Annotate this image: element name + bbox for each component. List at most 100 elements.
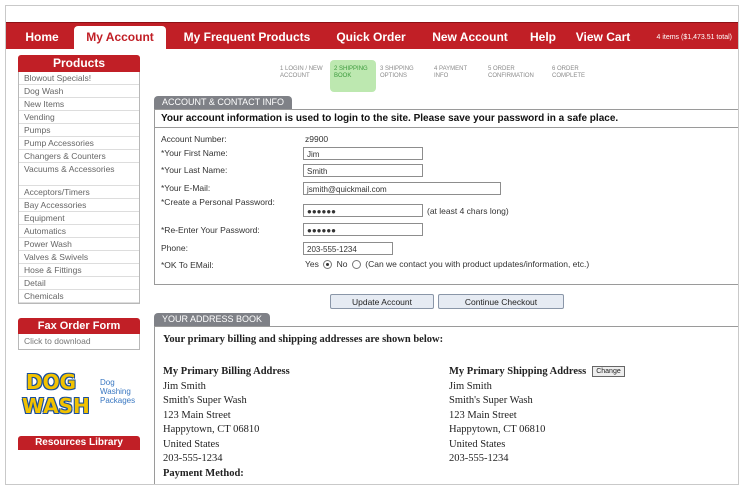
billing-address: My Primary Billing Address Jim Smith Smi… (163, 365, 290, 481)
ok-email-options: Yes No (Can we contact you with product … (305, 259, 590, 270)
first-name-input[interactable]: Jim (303, 147, 423, 160)
shipping-line: 203-555-1234 (449, 453, 509, 464)
category-item[interactable]: Dog Wash (19, 85, 139, 98)
step-number: 3 (380, 66, 384, 72)
email-label: *Your E-Mail: (161, 183, 211, 193)
category-item[interactable]: Acceptors/Timers (19, 186, 139, 199)
step-label: SHIPPING BOOK (334, 66, 368, 79)
no-label: No (336, 259, 348, 269)
account-number-value: z9900 (305, 134, 329, 144)
account-contact-section: ACCOUNT & CONTACT INFO Your account info… (154, 96, 738, 309)
no-radio[interactable] (351, 260, 361, 270)
resources-library-header[interactable]: Resources Library (18, 436, 140, 450)
ok-email-label: *OK To EMail: (161, 260, 214, 270)
nav-tab-home[interactable]: Home (20, 26, 64, 49)
first-name-label: *Your First Name: (161, 148, 228, 158)
account-notice: Your account information is used to logi… (155, 110, 738, 128)
shipping-line: Happytown, CT 06810 (449, 424, 546, 435)
payment-method-label: Payment Method: (163, 467, 244, 479)
step-label: SHIPPING OPTIONS (380, 66, 414, 79)
top-navigation: Home My Account My Frequent Products Qui… (6, 22, 738, 49)
category-item[interactable]: Detail (19, 277, 139, 290)
sidebar: Products Blowout Specials! Dog Wash New … (18, 55, 140, 450)
yes-radio[interactable] (323, 260, 333, 270)
category-item[interactable]: Vending (19, 111, 139, 124)
address-intro: Your primary billing and shipping addres… (163, 334, 444, 345)
yes-label: Yes (305, 259, 319, 269)
checkout-progress: 1 LOGIN / NEW ACCOUNT 2 SHIPPING BOOK 3 … (276, 60, 616, 94)
logo-word-wash: WASH (22, 394, 90, 418)
checkout-step: 6 ORDER COMPLETE (552, 66, 612, 80)
nav-tab-help[interactable]: Help (524, 26, 562, 49)
shipping-line: 123 Main Street (449, 409, 517, 421)
checkout-step: 4 PAYMENT INFO (434, 66, 482, 80)
last-name-input[interactable]: Smith (303, 164, 423, 177)
shipping-line: United States (449, 438, 506, 450)
category-item[interactable]: Pumps (19, 124, 139, 137)
dog-wash-logo[interactable]: DOG WASH Dog Washing Packages (18, 366, 140, 426)
category-item[interactable]: Hose & Fittings (19, 264, 139, 277)
nav-tab-quick-order[interactable]: Quick Order (328, 26, 414, 49)
step-label: ORDER COMPLETE (552, 66, 586, 79)
ok-email-note: (Can we contact you with product updates… (365, 259, 590, 269)
billing-address-title: My Primary Billing Address (163, 366, 290, 377)
category-item[interactable]: Chemicals (19, 290, 139, 303)
category-item[interactable]: Power Wash (19, 238, 139, 251)
change-shipping-button[interactable]: Change (592, 366, 625, 378)
checkout-step: 1 LOGIN / NEW ACCOUNT (280, 66, 328, 80)
password-label: *Create a Personal Password: (161, 197, 275, 207)
continue-checkout-button[interactable]: Continue Checkout (438, 294, 564, 309)
shipping-line: Jim Smith (449, 380, 492, 392)
fax-download-link[interactable]: Click to download (18, 334, 140, 350)
billing-line: Jim Smith (163, 380, 206, 392)
category-item[interactable]: New Items (19, 98, 139, 111)
account-number-label: Account Number: (161, 134, 227, 144)
step-number: 4 (434, 66, 438, 72)
address-book-header: YOUR ADDRESS BOOK (154, 313, 271, 326)
update-account-button[interactable]: Update Account (330, 294, 434, 309)
logo-word-dog: DOG (26, 370, 77, 394)
logo-tagline: Dog Washing Packages (100, 378, 136, 405)
shipping-address-title: My Primary Shipping Address (449, 366, 587, 377)
category-item[interactable]: Vacuums & Accessories (19, 163, 139, 186)
step-number: 2 (334, 66, 338, 72)
nav-tab-frequent-products[interactable]: My Frequent Products (174, 26, 320, 49)
category-item[interactable]: Pump Accessories (19, 137, 139, 150)
billing-line: 203-555-1234 (163, 453, 223, 464)
cart-summary[interactable]: 4 items ($1,473.51 total) (657, 26, 733, 49)
address-book-body: Your primary billing and shipping addres… (154, 326, 738, 484)
category-item[interactable]: Blowout Specials! (19, 72, 139, 85)
account-form: Your account information is used to logi… (154, 109, 738, 285)
shipping-address: My Primary Shipping Address Change Jim Sm… (449, 365, 625, 467)
billing-line: Happytown, CT 06810 (163, 424, 260, 435)
nav-tab-view-cart[interactable]: View Cart (568, 26, 638, 49)
step-number: 6 (552, 66, 556, 72)
category-item[interactable]: Equipment (19, 212, 139, 225)
password-input[interactable]: ●●●●●● (303, 204, 423, 217)
nav-tab-new-account[interactable]: New Account (422, 26, 518, 49)
products-header: Products (18, 55, 140, 72)
phone-label: Phone: (161, 243, 188, 253)
step-label: LOGIN / NEW ACCOUNT (280, 66, 323, 79)
address-book-section: YOUR ADDRESS BOOK Your primary billing a… (154, 313, 738, 484)
category-item[interactable]: Changers & Counters (19, 150, 139, 163)
checkout-step-active: 2 SHIPPING BOOK (334, 66, 374, 80)
step-label: PAYMENT INFO (434, 66, 468, 79)
billing-line: Smith's Super Wash (163, 395, 247, 406)
fax-order-form-header: Fax Order Form (18, 318, 140, 334)
step-label: ORDER CONFIRMATION (488, 66, 534, 79)
password-hint: (at least 4 chars long) (427, 206, 509, 216)
email-input[interactable]: jsmith@quickmail.com (303, 182, 501, 195)
account-section-header: ACCOUNT & CONTACT INFO (154, 96, 293, 109)
phone-input[interactable]: 203-555-1234 (303, 242, 393, 255)
nav-tab-my-account[interactable]: My Account (74, 26, 166, 49)
category-item[interactable]: Valves & Swivels (19, 251, 139, 264)
confirm-password-input[interactable]: ●●●●●● (303, 223, 423, 236)
confirm-password-label: *Re-Enter Your Password: (161, 225, 260, 235)
checkout-step: 5 ORDER CONFIRMATION (488, 66, 544, 80)
category-item[interactable]: Automatics (19, 225, 139, 238)
product-category-list: Blowout Specials! Dog Wash New Items Ven… (18, 72, 140, 304)
browser-frame: Home My Account My Frequent Products Qui… (5, 5, 739, 485)
category-item[interactable]: Bay Accessories (19, 199, 139, 212)
last-name-label: *Your Last Name: (161, 165, 228, 175)
